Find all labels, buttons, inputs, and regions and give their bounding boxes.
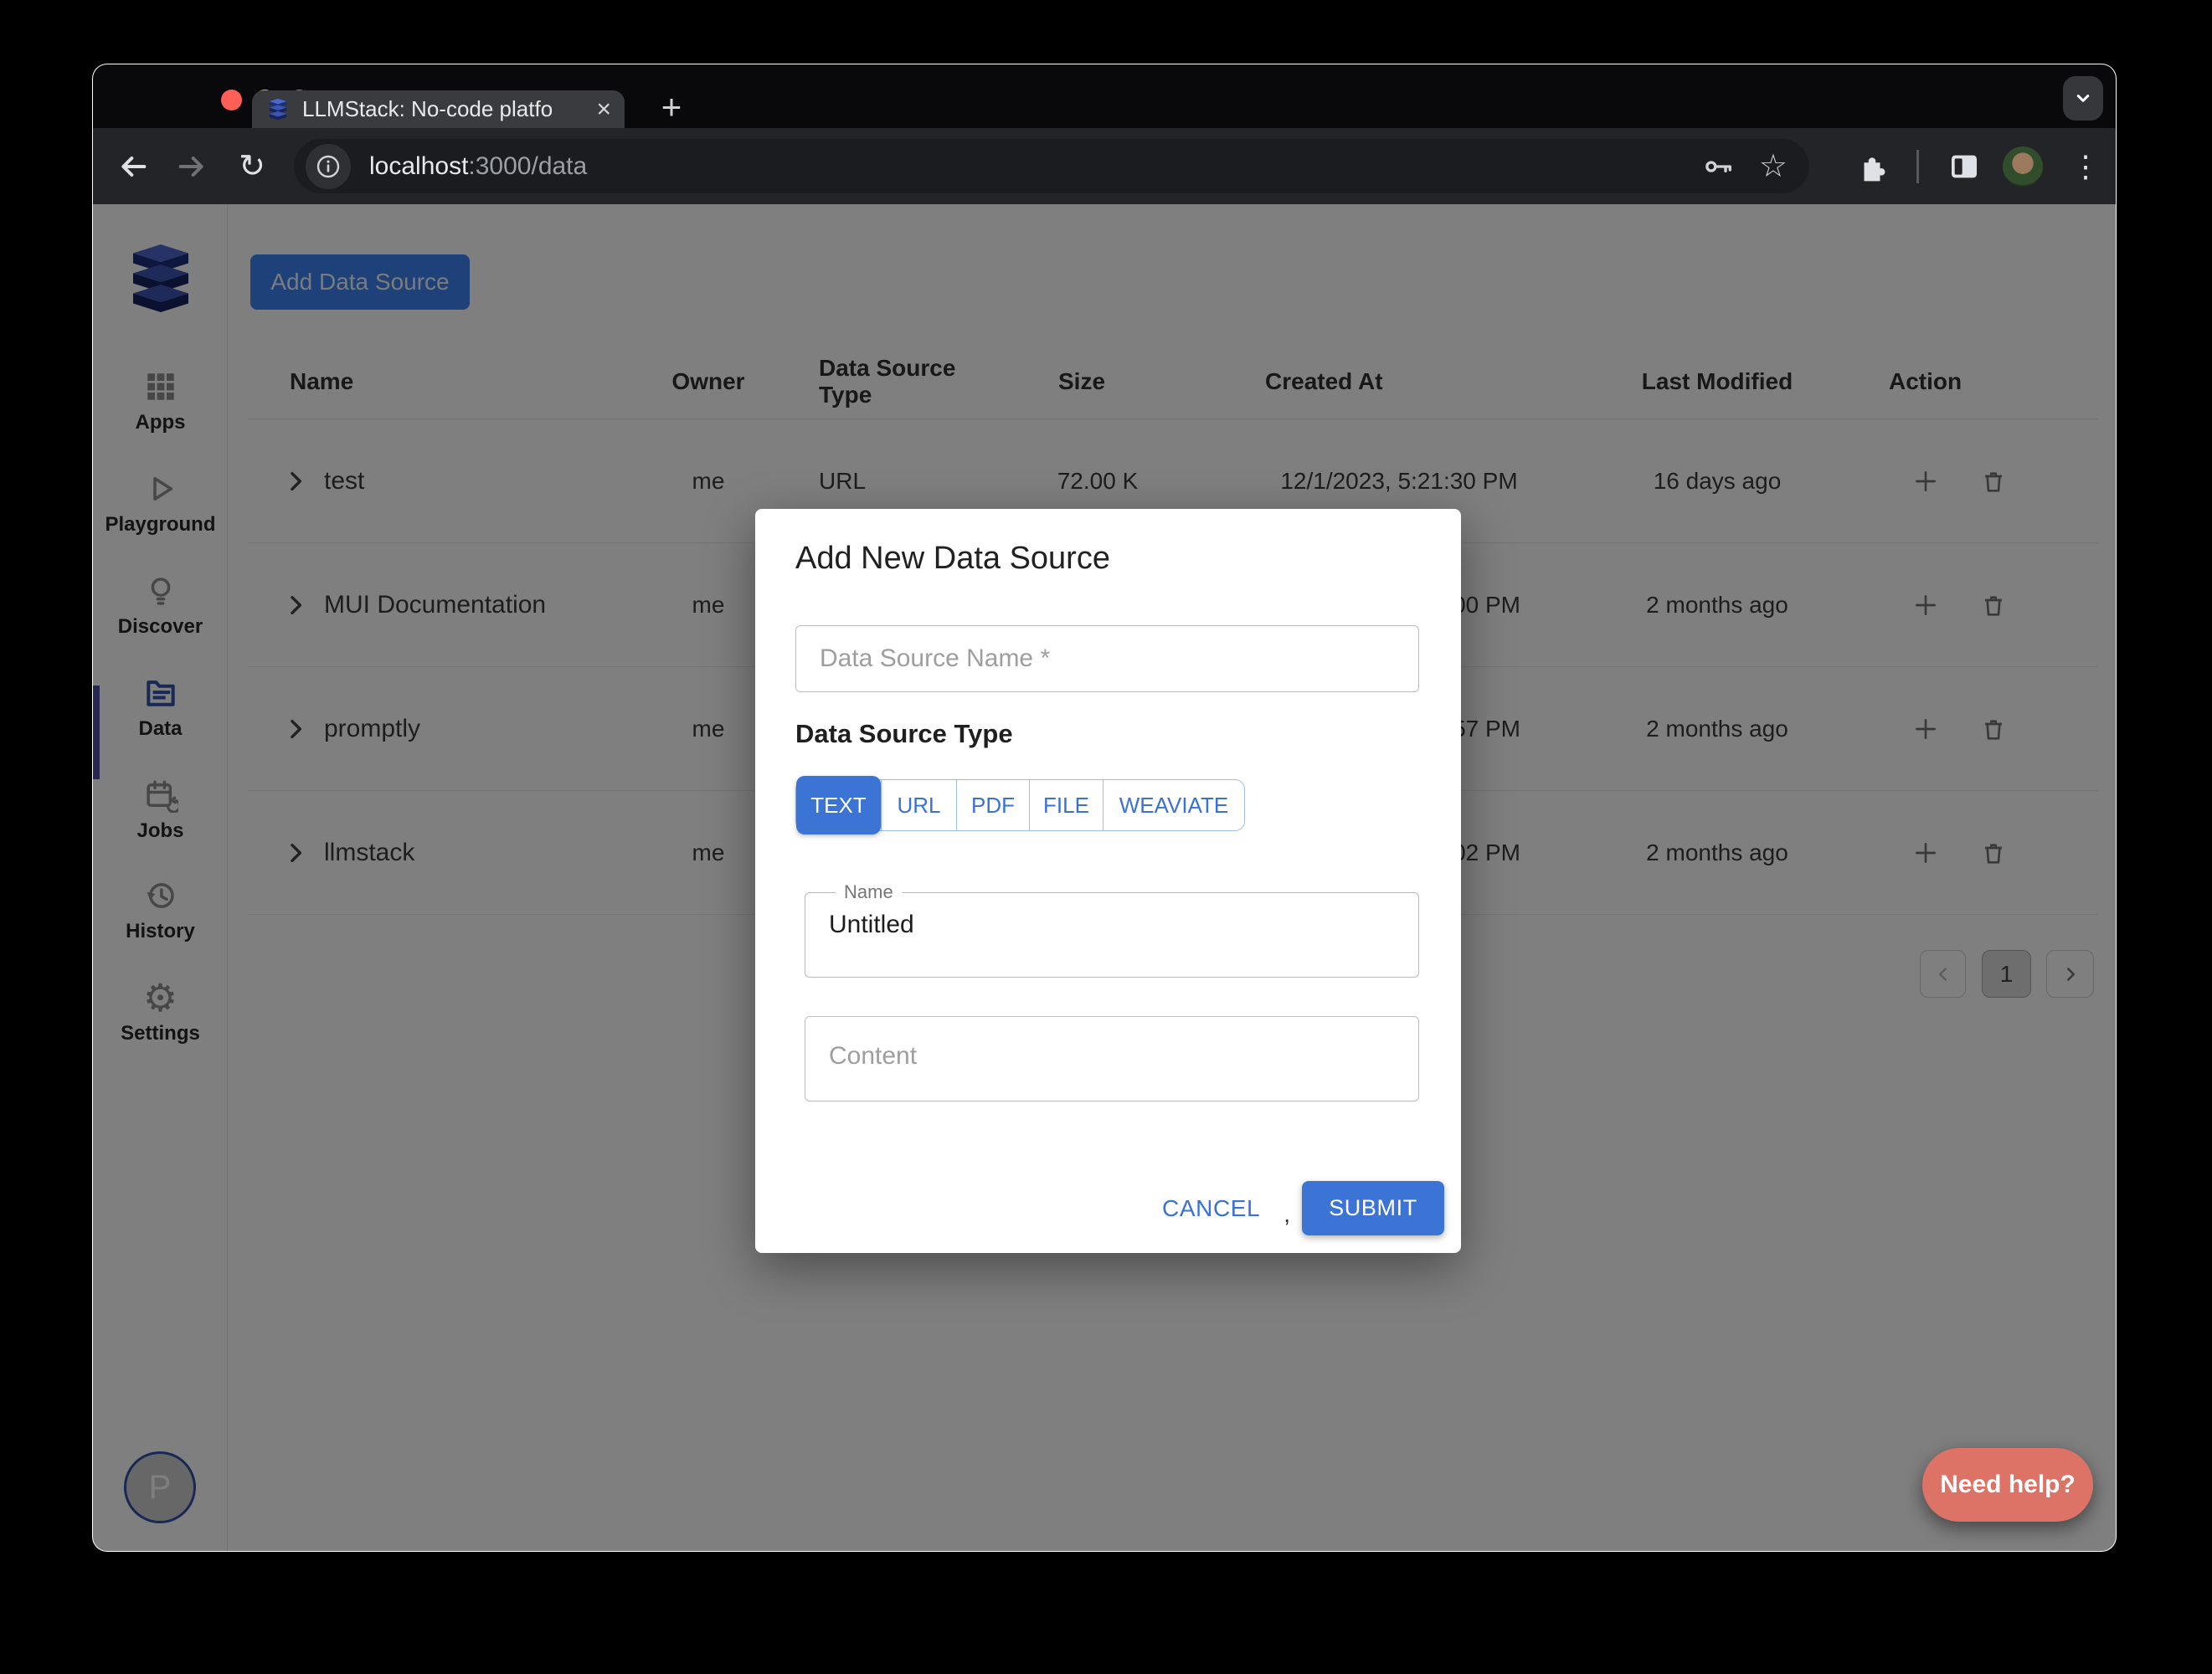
new-tab-button[interactable]: + [652,88,691,126]
need-help-button[interactable]: Need help? [1922,1448,2093,1522]
browser-toolbar: ↻ localhost:3000/data ☆ [93,128,2116,204]
tab-search-button[interactable] [2063,76,2103,121]
browser-tab[interactable]: LLMStack: No-code platform × [252,90,625,128]
name-field-input[interactable] [805,893,1418,977]
extensions-button[interactable] [1854,148,1890,185]
site-info-button[interactable] [306,144,351,189]
type-option-pdf[interactable]: PDF [956,780,1029,830]
add-data-source-dialog: Add New Data Source Data Source Type TEX… [755,509,1461,1253]
url-host: localhost [369,152,468,180]
content-field-textarea[interactable] [805,1016,1419,1101]
page-content: Apps Playground Discover [93,204,2117,1552]
llmstack-favicon [265,97,291,122]
browser-profile-avatar[interactable] [2003,146,2043,187]
tab-strip: LLMStack: No-code platform × + [93,64,2116,128]
address-bar[interactable]: localhost:3000/data ☆ [294,139,1809,193]
browser-window: LLMStack: No-code platform × + ↻ [92,64,2117,1552]
toolbar-divider [1916,150,1919,183]
bookmark-star-icon[interactable]: ☆ [1759,151,1788,182]
name-field: Name [805,892,1419,978]
browser-menu-button[interactable]: ⋮ [2071,146,2096,187]
extensions-puzzle-icon [1856,151,1888,182]
data-source-type-toggle-group: TEXT URL PDF FILE WEAVIATE [795,779,1245,831]
password-key-icon[interactable] [1702,150,1736,183]
dialog-title: Add New Data Source [795,541,1110,577]
cancel-button[interactable]: CANCEL [1150,1187,1272,1230]
forward-button[interactable] [173,148,210,185]
close-window-button[interactable] [221,90,242,110]
content-field [805,1016,1419,1101]
type-option-url[interactable]: URL [881,780,956,830]
reload-button[interactable]: ↻ [234,148,270,185]
side-panel-icon [1947,150,1981,183]
data-source-type-label: Data Source Type [795,719,1013,749]
reload-icon: ↻ [239,151,265,182]
url-path: :3000/data [468,152,587,180]
data-source-name-input[interactable] [795,625,1419,692]
type-option-file[interactable]: FILE [1029,780,1103,830]
back-button[interactable] [115,148,152,185]
forward-arrow-icon [175,150,208,183]
actions-separator: , [1283,1201,1290,1228]
info-icon [315,153,342,180]
side-panel-button[interactable] [1946,148,1983,185]
submit-button[interactable]: SUBMIT [1302,1181,1444,1235]
name-field-label: Name [836,881,902,903]
back-arrow-icon [116,150,150,183]
type-option-text[interactable]: TEXT [796,776,881,834]
type-option-weaviate[interactable]: WEAVIATE [1103,780,1244,830]
chevron-down-icon [2071,86,2096,111]
tab-title: LLMStack: No-code platform [302,96,553,122]
url-text: localhost:3000/data [369,152,587,181]
dialog-actions: CANCEL , SUBMIT [1150,1181,1444,1235]
tab-close-icon[interactable]: × [596,97,611,122]
